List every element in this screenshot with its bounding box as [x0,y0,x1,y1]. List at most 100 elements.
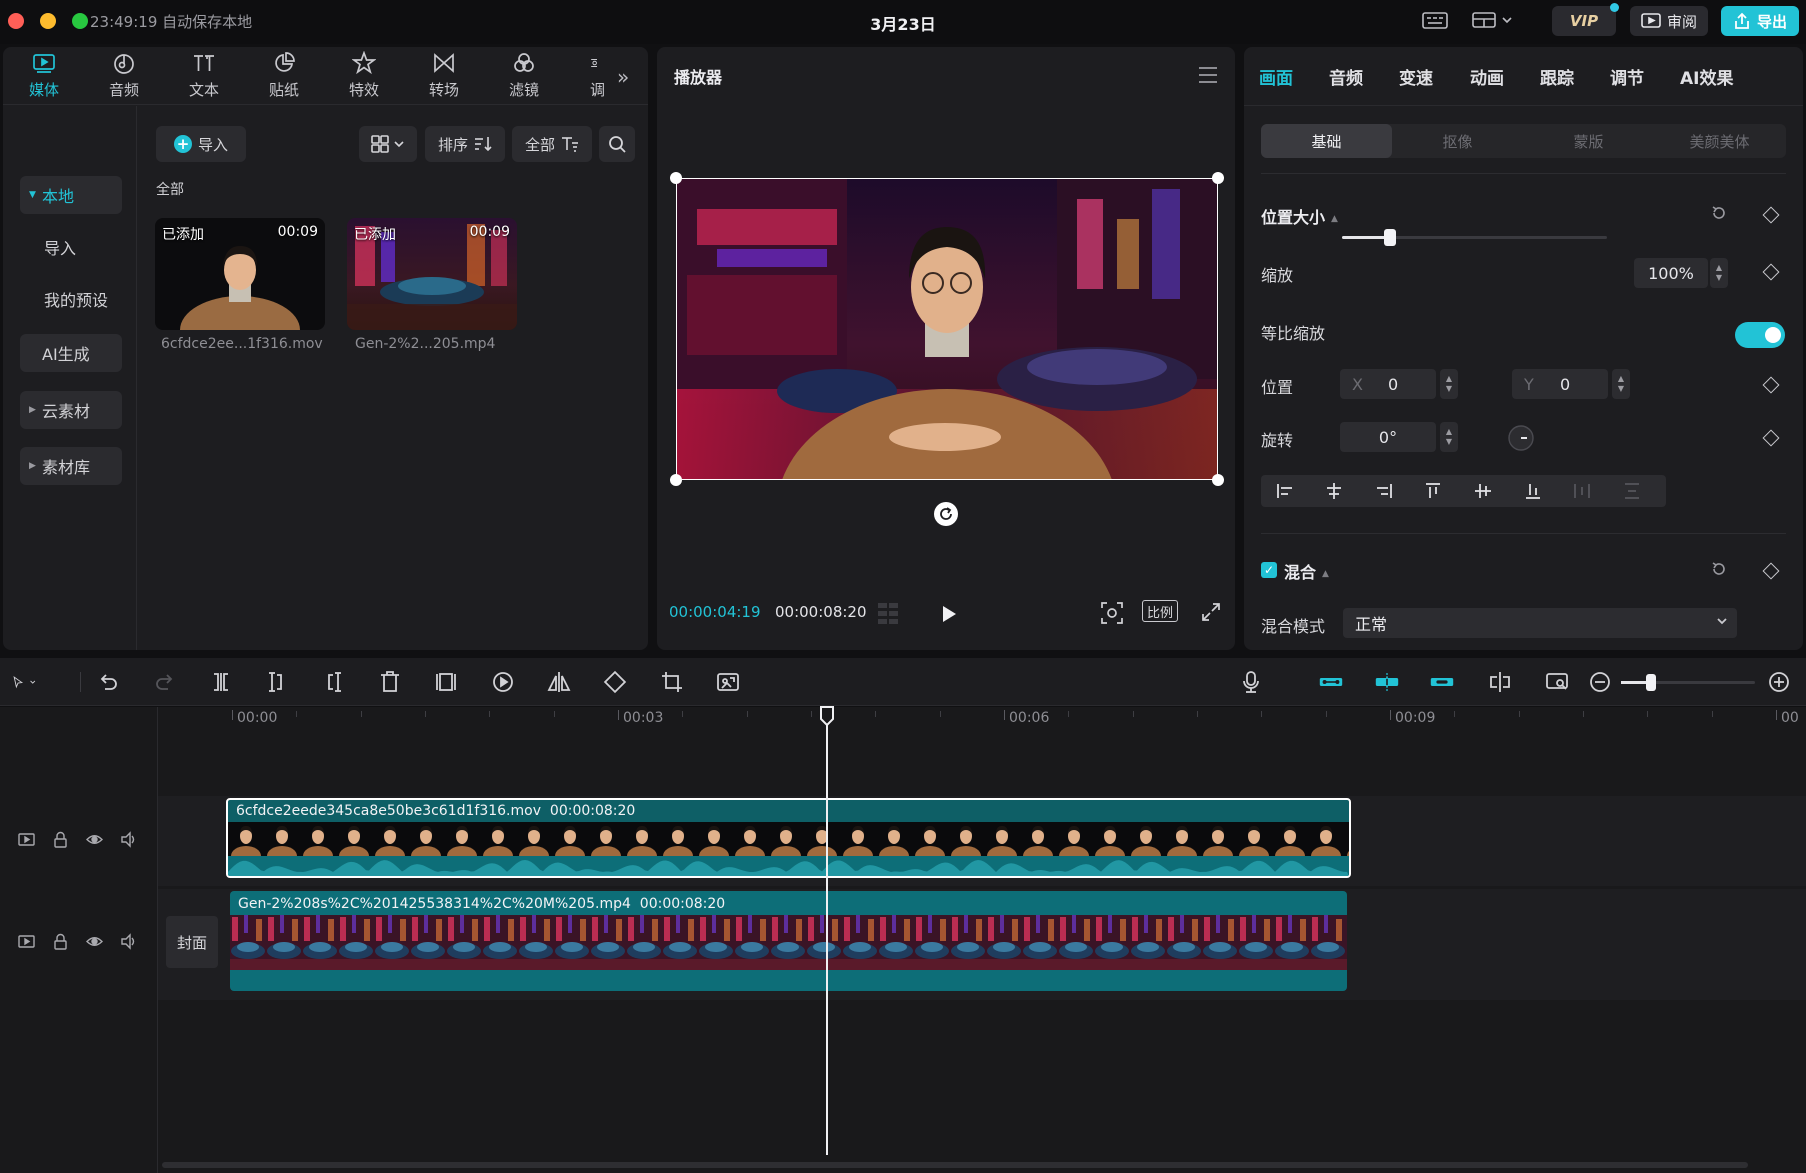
aspect-ratio-button[interactable]: 比例 [1142,600,1178,622]
sidebar-item-my-presets[interactable]: 我的预设 [20,280,122,318]
keyframe-icon[interactable] [1762,562,1780,580]
tab-adjust[interactable]: 调节 [1610,64,1644,89]
auto-snap-button[interactable] [1375,670,1405,694]
keyframe-icon[interactable] [1762,206,1780,224]
align-left-icon[interactable] [1275,481,1295,501]
resize-handle[interactable] [1212,474,1224,486]
align-bottom-icon[interactable] [1523,481,1543,501]
reset-icon[interactable] [1710,204,1728,222]
keyframe-icon[interactable] [1762,376,1780,394]
rotation-stepper[interactable]: ▲ ▼ [1440,422,1458,452]
zoom-slider[interactable] [1621,674,1755,691]
blend-checkbox[interactable]: ✓ [1261,562,1277,578]
tab-animation[interactable]: 动画 [1470,64,1504,89]
scale-slider[interactable] [1342,229,1607,246]
more-tabs-icon[interactable]: » [617,65,629,89]
subtab-cutout[interactable]: 抠像 [1392,124,1523,158]
timeline-scrollbar[interactable] [162,1162,1748,1168]
section-blend[interactable]: 混合 ▲ [1284,559,1329,583]
play-icon[interactable] [941,604,957,624]
select-tool-button[interactable] [12,670,56,694]
auto-reframe-button[interactable] [716,670,740,694]
subtab-basic[interactable]: 基础 [1261,124,1392,158]
playhead-handle[interactable] [819,705,835,727]
crop-button[interactable] [660,670,684,694]
distribute-v-icon[interactable] [1622,481,1642,501]
position-y-stepper[interactable]: ▲ ▼ [1612,369,1630,399]
distribute-h-icon[interactable] [1572,481,1592,501]
section-position-size[interactable]: 位置大小 ▲ [1261,204,1338,228]
speaker-icon[interactable] [120,831,137,848]
reverse-button[interactable] [491,670,515,694]
trim-left-button[interactable] [265,670,289,694]
sidebar-item-library[interactable]: ▶ 素材库 [20,447,122,485]
preview-axis-button[interactable] [1488,670,1512,694]
reset-icon[interactable] [1710,560,1728,578]
sidebar-item-import[interactable]: 导入 [20,228,122,266]
resize-handle[interactable] [1212,172,1224,184]
uniform-scale-toggle[interactable] [1735,322,1785,348]
redo-button[interactable] [153,670,177,694]
tab-effects[interactable]: 特效 [332,51,396,101]
record-audio-button[interactable] [1239,670,1263,694]
menu-icon[interactable] [1199,67,1217,88]
track-video-icon[interactable] [18,831,35,848]
media-item-2[interactable]: 已添加 00:09 [347,218,517,330]
clip-video-1[interactable]: 6cfdce2eede345ca8e50be3c61d1f316.mov 00:… [226,798,1351,878]
slider-knob[interactable] [1646,674,1656,691]
keyboard-shortcuts-icon[interactable] [1422,10,1448,30]
view-mode-button[interactable] [359,126,417,162]
tab-media[interactable]: 媒体 [12,51,76,101]
import-button[interactable]: + 导入 [156,126,246,162]
slider-knob[interactable] [1383,229,1396,246]
rotation-input[interactable]: 0° [1340,422,1436,452]
cover-button[interactable]: 封面 [166,916,218,968]
sort-button[interactable]: 排序 [425,126,505,162]
sidebar-item-ai-generate[interactable]: AI生成 [20,334,122,372]
main-track-magnet-button[interactable] [1319,670,1349,694]
filter-button[interactable]: 全部 [512,126,592,162]
linkage-button[interactable] [1430,670,1460,694]
tab-picture[interactable]: 画面 [1259,64,1293,89]
split-button[interactable] [209,670,233,694]
undo-button[interactable] [96,670,120,694]
playhead[interactable] [826,714,828,1155]
position-x-stepper[interactable]: ▲ ▼ [1440,369,1458,399]
time-ruler[interactable]: 00:00 00:03 00:06 00:09 00 [158,707,1806,741]
align-top-icon[interactable] [1423,481,1443,501]
sidebar-item-local[interactable]: ▼ 本地 [20,176,122,214]
timeline-grid-icon[interactable] [878,603,908,625]
delete-button[interactable] [378,670,402,694]
zoom-out-button[interactable] [1588,670,1612,694]
speaker-icon[interactable] [120,933,137,950]
scale-stepper[interactable]: ▲ ▼ [1710,258,1728,288]
export-button[interactable]: 导出 [1721,6,1799,36]
tab-sticker[interactable]: 贴纸 [252,51,316,101]
eye-icon[interactable] [86,831,103,848]
tab-transition[interactable]: 转场 [412,51,476,101]
tab-text[interactable]: 文本 [172,51,236,101]
keyframe-icon[interactable] [1762,429,1780,447]
tab-speed[interactable]: 变速 [1399,64,1433,89]
search-button[interactable] [599,126,635,162]
vip-button[interactable]: VIP [1552,3,1619,36]
sidebar-item-cloud-assets[interactable]: ▶ 云素材 [20,391,122,429]
align-right-icon[interactable] [1374,481,1394,501]
freeze-frame-button[interactable] [434,670,458,694]
lock-icon[interactable] [52,831,69,848]
scale-input[interactable]: 100% [1634,258,1708,288]
tab-audio[interactable]: 音频 [1329,64,1363,89]
media-item-1[interactable]: 已添加 00:09 [155,218,325,330]
blend-mode-select[interactable]: 正常 [1343,608,1737,638]
fit-screen-icon[interactable] [1100,601,1124,625]
align-center-v-icon[interactable] [1473,481,1493,501]
rotation-dial-icon[interactable] [1507,424,1535,452]
tab-filter[interactable]: 滤镜 [492,51,556,101]
rotate-button[interactable] [603,670,627,694]
thumbnail-button[interactable] [1545,670,1569,694]
eye-icon[interactable] [86,933,103,950]
position-x-input[interactable]: X 0 [1340,369,1436,399]
zoom-in-button[interactable] [1767,670,1791,694]
rotate-handle[interactable] [934,502,958,526]
clip-video-2[interactable]: Gen-2%208s%2C%201425538314%2C%20M%205.mp… [230,891,1347,991]
